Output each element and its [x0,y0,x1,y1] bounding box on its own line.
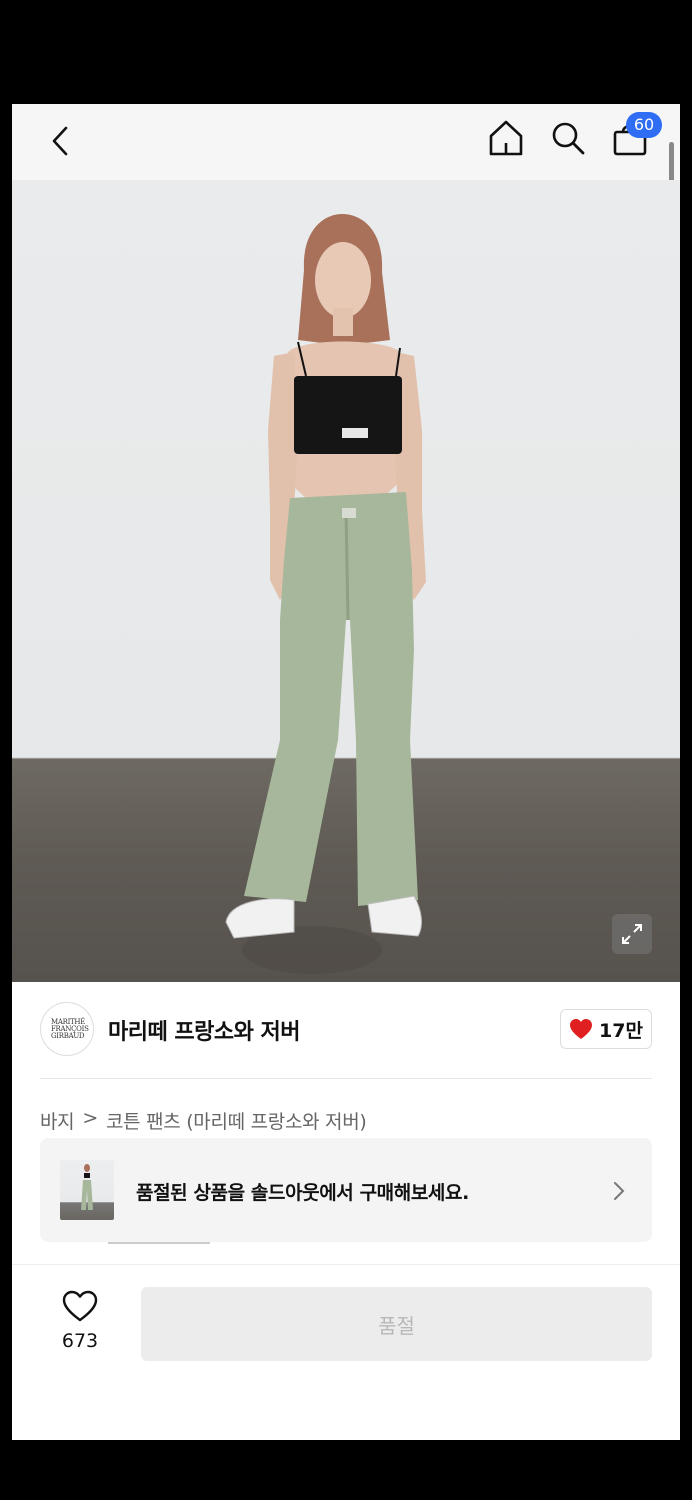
cut-off-content [108,1242,210,1244]
product-image[interactable] [12,180,680,982]
brand-name[interactable]: 마리떼 프랑소와 저버 [108,1014,300,1046]
home-icon[interactable] [486,118,526,158]
model-illustration [225,214,426,974]
wishlist-count: 673 [61,1330,99,1352]
brand-like-button[interactable]: 17만 [560,1009,652,1049]
breadcrumb-category[interactable]: 바지 [40,1107,75,1134]
soldout-button[interactable]: 품절 [141,1287,652,1361]
chevron-right-icon [614,1182,625,1200]
cart-count-badge: 60 [626,112,662,138]
brand-like-count: 17만 [599,1019,643,1042]
divider [40,1078,652,1079]
heart-filled-icon [570,1019,593,1039]
breadcrumb-separator: > [82,1107,98,1129]
product-detail-screen: 60 MARITHÉ FRANÇOIS GIRBAUD 마리떼 프랑소와 저버 … [12,104,680,1440]
wishlist-button[interactable] [56,1288,104,1364]
search-icon[interactable] [548,118,588,158]
brand-logo[interactable]: MARITHÉ FRANÇOIS GIRBAUD [40,1002,94,1056]
top-nav-bar: 60 [12,104,680,212]
chevron-left-icon[interactable] [46,122,76,160]
breadcrumb-subcategory[interactable]: 코튼 팬츠 (마리떼 프랑소와 저버) [106,1107,367,1134]
banner-thumbnail [60,1160,114,1220]
expand-image-button[interactable] [612,914,652,954]
bottom-bar-separator [12,1264,680,1265]
heart-outline-icon [62,1290,98,1322]
soldout-banner[interactable]: 품절된 상품을 솔드아웃에서 구매해보세요. [40,1138,652,1242]
brand-logo-text: MARITHÉ FRANÇOIS GIRBAUD [51,1017,89,1040]
breadcrumb: 바지 > 코튼 팬츠 (마리떼 프랑소와 저버) [40,1107,367,1134]
expand-icon [622,924,642,944]
thumbnail-model [81,1164,93,1210]
soldout-banner-text: 품절된 상품을 솔드아웃에서 구매해보세요. [136,1182,469,1204]
